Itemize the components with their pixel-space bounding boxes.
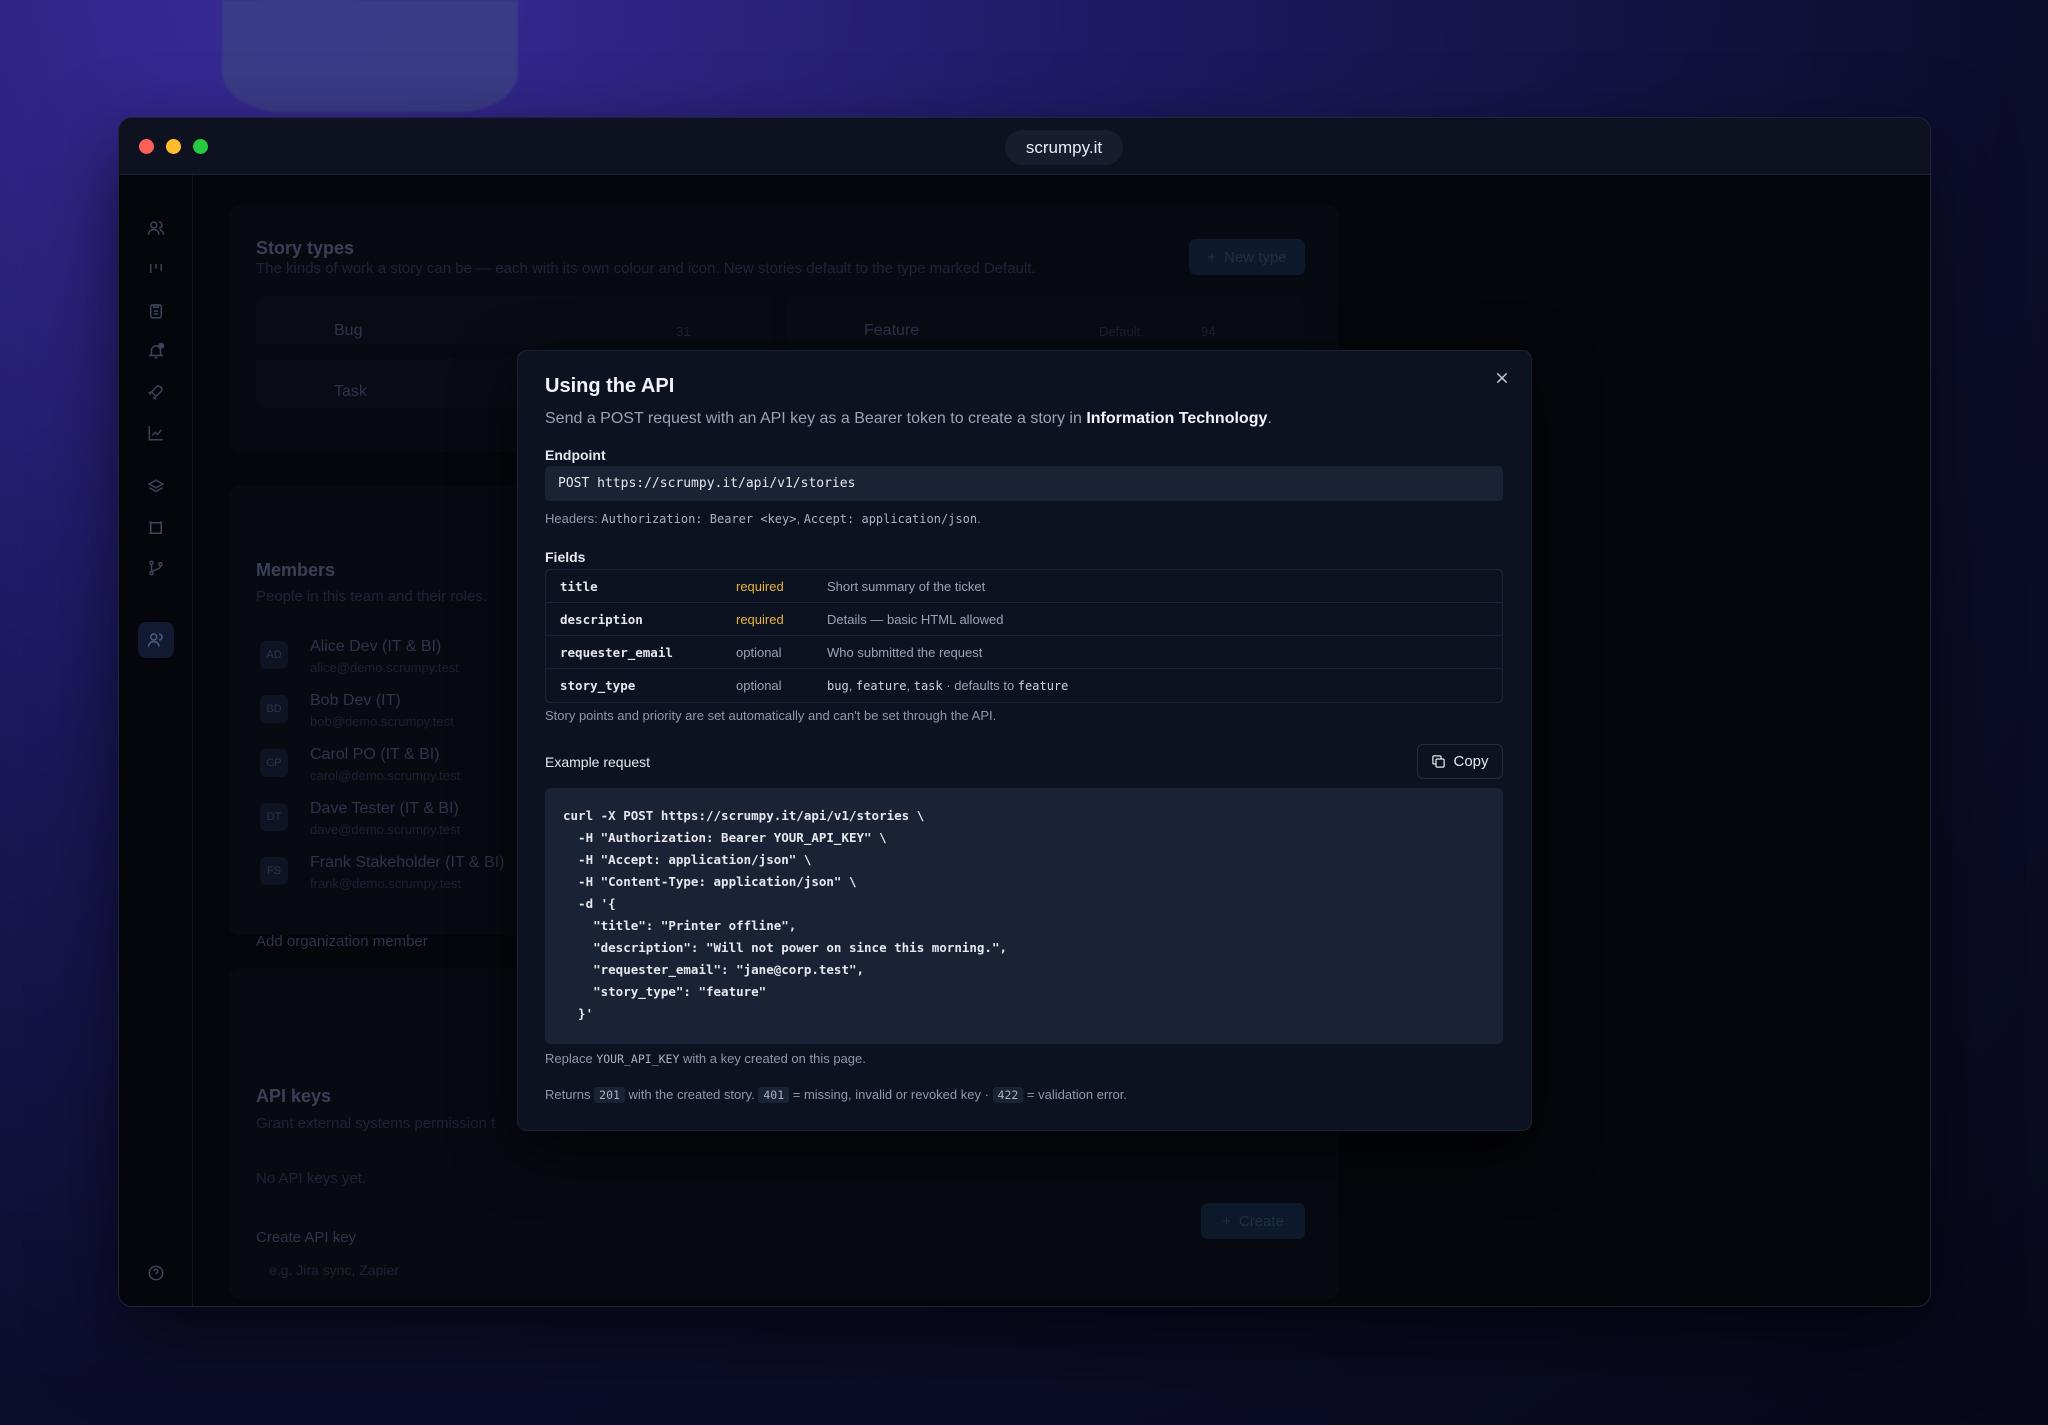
copy-icon [1432, 755, 1446, 768]
status-code-201: 201 [594, 1087, 625, 1103]
example-code-block: curl -X POST https://scrumpy.it/api/v1/s… [545, 788, 1503, 1044]
table-row: title required Short summary of the tick… [546, 570, 1502, 603]
fields-table: title required Short summary of the tick… [545, 569, 1503, 703]
rocket-icon[interactable] [145, 381, 167, 403]
avatar: DT [260, 803, 288, 831]
board-icon[interactable] [145, 259, 167, 281]
api-usage-modal: Using the API Send a POST request with a… [517, 350, 1532, 1131]
plus-icon: + [1207, 248, 1217, 266]
member-email: alice@demo.scrumpy.test [310, 660, 459, 675]
member-email: bob@demo.scrumpy.test [310, 714, 454, 729]
story-type-name: Bug [334, 322, 363, 339]
add-member-label[interactable]: Add organization member [256, 933, 428, 950]
story-type-count: 94 [1201, 324, 1216, 339]
field-requirement: optional [736, 678, 782, 693]
team-name: Information Technology [1086, 410, 1268, 427]
endpoint-label: Endpoint [545, 447, 606, 463]
returns-note: Returns 201 with the created story. 401 … [545, 1087, 1128, 1103]
copy-button[interactable]: Copy [1417, 744, 1503, 779]
status-code-422: 422 [992, 1087, 1024, 1103]
layers-icon[interactable] [145, 476, 167, 498]
default-badge: Default [1099, 324, 1141, 339]
api-keys-empty: No API keys yet. [256, 1170, 367, 1187]
table-row: requester_email optional Who submitted t… [546, 636, 1502, 669]
maximize-window-button[interactable] [193, 139, 208, 154]
member-email: carol@demo.scrumpy.test [310, 768, 461, 783]
plus-icon: + [1222, 1212, 1231, 1230]
avatar: AD [260, 641, 288, 669]
modal-title: Using the API [545, 375, 675, 397]
avatar: FS [260, 857, 288, 885]
chart-icon[interactable] [145, 422, 167, 444]
minimize-window-button[interactable] [166, 139, 181, 154]
member-name: Carol PO (IT & BI) [310, 746, 440, 763]
field-name: title [560, 578, 598, 594]
api-keys-title: API keys [256, 1086, 332, 1106]
avatar: BD [260, 695, 288, 723]
field-name: description [560, 611, 643, 627]
bell-icon[interactable] [145, 340, 167, 362]
field-requirement: optional [736, 644, 782, 660]
avatar: CP [260, 749, 288, 777]
headers-note: Headers: Authorization: Bearer <key>, Ac… [545, 511, 981, 526]
git-branch-icon[interactable] [145, 557, 167, 579]
member-email: frank@demo.scrumpy.test [310, 876, 461, 891]
replace-note: Replace YOUR_API_KEY with a key created … [545, 1051, 866, 1066]
clipboard-icon[interactable] [145, 300, 167, 322]
example-request-label: Example request [545, 754, 651, 770]
field-name: story_type [560, 678, 636, 693]
close-icon[interactable] [1491, 367, 1513, 389]
table-row: description required Details — basic HTM… [546, 603, 1502, 636]
create-api-key-label: Create API key [256, 1229, 357, 1246]
member-name: Alice Dev (IT & BI) [310, 638, 442, 655]
frame-icon[interactable] [145, 517, 167, 539]
story-type-count: 31 [676, 324, 691, 339]
field-description: Details — basic HTML allowed [827, 611, 1004, 627]
story-types-subtitle: The kinds of work a story can be — each … [256, 260, 1036, 277]
field-description: Who submitted the request [827, 644, 983, 660]
traffic-lights [139, 139, 208, 154]
users-icon[interactable] [145, 217, 167, 239]
table-row: story_type optional bug, feature, task ·… [546, 669, 1502, 702]
field-description: bug, feature, task · defaults to feature [827, 678, 1069, 693]
background-blob [222, 0, 518, 112]
fields-label: Fields [545, 549, 586, 565]
story-type-name: Task [334, 383, 367, 400]
members-subtitle: People in this team and their roles. [256, 588, 487, 605]
api-keys-subtitle: Grant external systems permission t [256, 1115, 496, 1132]
url-pill[interactable]: scrumpy.it [1005, 130, 1123, 165]
story-types-title: Story types [256, 238, 355, 258]
close-window-button[interactable] [139, 139, 154, 154]
sidebar: AD [119, 175, 193, 1306]
fields-note: Story points and priority are set automa… [545, 708, 997, 723]
members-title: Members [256, 560, 336, 580]
api-key-name-input[interactable]: e.g. Jira sync, Zapier [269, 1262, 399, 1278]
member-name: Bob Dev (IT) [310, 692, 401, 709]
field-description: Short summary of the ticket [827, 578, 986, 594]
status-code-401: 401 [758, 1087, 790, 1103]
create-button[interactable]: + Create [1201, 1203, 1305, 1239]
member-name: Dave Tester (IT & BI) [310, 800, 459, 817]
help-icon[interactable] [145, 1262, 167, 1284]
field-requirement: required [736, 611, 784, 627]
member-email: dave@demo.scrumpy.test [310, 822, 461, 837]
story-type-name: Feature [864, 322, 920, 339]
team-icon[interactable] [145, 629, 167, 651]
modal-description: Send a POST request with an API key as a… [545, 410, 1272, 427]
field-requirement: required [736, 578, 784, 594]
title-bar: scrumpy.it [119, 118, 1930, 175]
new-type-button[interactable]: + New type [1189, 239, 1305, 275]
member-name: Frank Stakeholder (IT & BI) [310, 854, 505, 871]
field-name: requester_email [560, 644, 673, 660]
endpoint-value: POST https://scrumpy.it/api/v1/stories [545, 466, 1503, 501]
